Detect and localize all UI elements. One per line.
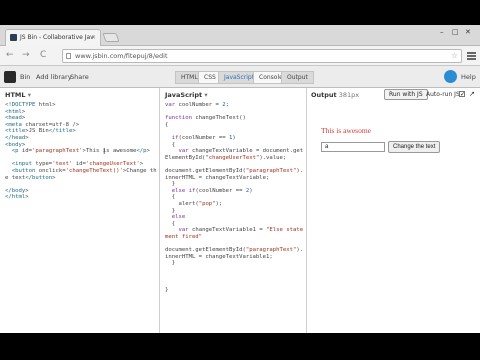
jsbin-toolbar: Bin Add library Share HTML CSS JavaScrip… [0, 66, 480, 88]
javascript-panel-label[interactable]: JavaScript ▾ [165, 91, 208, 99]
new-tab-button[interactable] [102, 33, 120, 42]
code-line: <input type='text' id='changeUserText'> [11, 161, 144, 168]
code-line: { [165, 141, 176, 148]
code-line: <title>JS Bin</title> [5, 128, 76, 135]
code-line: <body> [5, 141, 26, 148]
browser-tab-title: JS Bin - Collaborative Jav [20, 34, 94, 41]
bookmark-star-icon[interactable]: ☆ [451, 50, 458, 62]
bin-menu[interactable]: Bin [20, 66, 30, 88]
code-line: } [165, 207, 176, 214]
maximize-icon[interactable]: □ [452, 28, 459, 36]
output-header: Output 381px [311, 91, 359, 99]
reload-icon[interactable]: C [40, 50, 46, 61]
editor-panels: HTML ▾ <!DOCTYPE html> <html> <head> <meta … [0, 88, 480, 333]
forward-icon[interactable]: → [22, 50, 30, 61]
javascript-code-editor[interactable]: var coolNumber = 2; function changeTheTe… [165, 102, 304, 293]
browser-menu-icon[interactable] [467, 52, 476, 60]
code-line: } [165, 260, 176, 267]
jsbin-logo-icon[interactable] [4, 71, 16, 83]
code-line: } [165, 181, 176, 188]
code-line: document.getElementById("paragraphText")… [165, 247, 304, 260]
url-text: www.jsbin.com/fitepuj/8/edit [75, 52, 168, 60]
html-code-editor[interactable]: <!DOCTYPE html> <html> <head> <meta charset… [5, 102, 157, 201]
browser-tab[interactable]: JS Bin - Collaborative Jav × [5, 29, 101, 46]
run-with-js-button[interactable]: Run with JS [384, 89, 428, 100]
code-line: alert("pop"); [165, 200, 223, 207]
code-line: var changeTextVariable1 = "Else statemen… [165, 227, 304, 240]
close-window-icon[interactable]: ✕ [465, 28, 471, 36]
code-line: { [165, 121, 169, 128]
video-frame: JS Bin - Collaborative Jav × – □ ✕ ← → C… [0, 0, 480, 360]
auto-run-checkbox[interactable]: ✓ [459, 91, 465, 98]
url-field[interactable]: www.jsbin.com/fitepuj/8/edit ☆ [62, 49, 462, 63]
code-line: <button onclick='changeTheText()'>Change… [5, 167, 157, 181]
html-panel: HTML ▾ <!DOCTYPE html> <html> <head> <meta … [0, 88, 160, 333]
code-line: <!DOCTYPE html> [5, 102, 56, 108]
help-button[interactable]: Help [461, 66, 476, 88]
auto-run-label: Auto-run JS [426, 91, 460, 98]
output-paragraph: This is awesome [321, 126, 371, 135]
code-line: if(coolNumber == 1) [171, 134, 236, 141]
browser-window: JS Bin - Collaborative Jav × – □ ✕ ← → C… [0, 25, 480, 333]
code-line: { [165, 220, 176, 227]
code-line: </body> [5, 187, 29, 194]
code-line: <html> [5, 108, 26, 115]
add-library-button[interactable]: Add library [36, 66, 72, 88]
tab-output[interactable]: Output [281, 71, 314, 84]
code-line: var changeTextVariable = document.getEle… [165, 148, 304, 161]
tab-strip: JS Bin - Collaborative Jav × – □ ✕ [0, 25, 480, 46]
code-line: } [165, 286, 169, 293]
change-the-text-button[interactable]: Change the text [388, 141, 441, 153]
popout-icon[interactable]: ↗ [469, 90, 475, 98]
code-line: <head> [5, 115, 26, 122]
minimize-icon[interactable]: – [440, 28, 444, 36]
back-icon[interactable]: ← [6, 50, 14, 61]
output-label: Output [311, 91, 337, 99]
output-size: 381px [338, 91, 360, 99]
output-panel: Output 381px Run with JS Auto-run JS ✓ ↗… [307, 88, 480, 333]
code-line: { [165, 194, 176, 201]
code-line: </head> [5, 134, 29, 141]
code-line: <p id='paragraphText'>This is awesome</p… [11, 148, 150, 155]
html-panel-label[interactable]: HTML ▾ [5, 91, 31, 99]
share-button[interactable]: Share [70, 66, 89, 88]
code-line: document.getElementById("paragraphText")… [165, 167, 304, 181]
mouse-cursor-icon: I [103, 147, 106, 156]
code-line: <meta charset=utf-8 /> [5, 121, 80, 128]
close-tab-icon[interactable]: × [91, 30, 96, 45]
page-icon [66, 53, 71, 59]
code-line: else if(coolNumber == 2) [171, 187, 253, 194]
code-line: function changeTheText() [165, 115, 246, 122]
address-bar-row: ← → C www.jsbin.com/fitepuj/8/edit ☆ [0, 46, 480, 66]
jsbin-favicon-icon [10, 34, 17, 41]
login-icon[interactable] [444, 70, 457, 83]
code-line: var coolNumber = 2; [165, 102, 230, 108]
code-line: else [171, 214, 186, 221]
code-line: </html> [5, 194, 29, 201]
change-user-text-input[interactable]: a [321, 142, 385, 152]
javascript-panel: JavaScript ▾ var coolNumber = 2; functio… [160, 88, 307, 333]
